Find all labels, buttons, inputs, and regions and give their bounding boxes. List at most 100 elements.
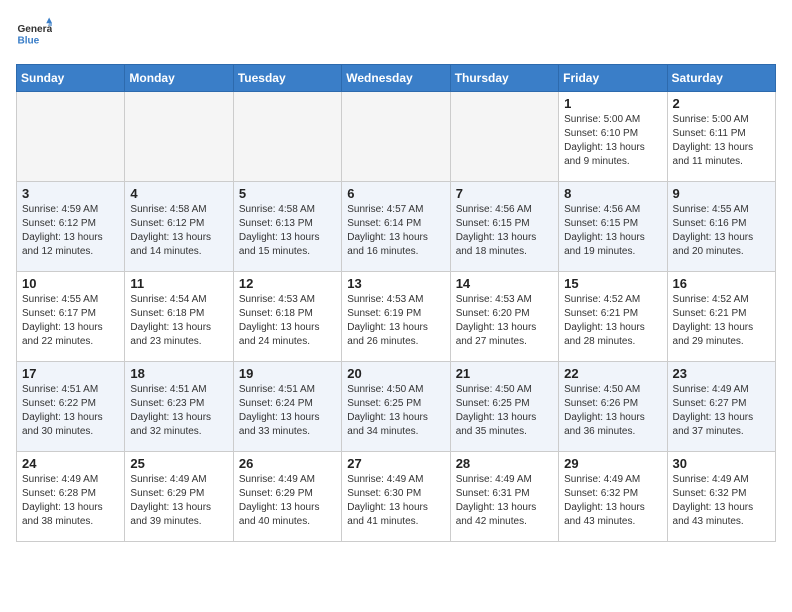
calendar-cell: 11 Sunrise: 4:54 AM Sunset: 6:18 PM Dayli… bbox=[125, 272, 233, 362]
day-number: 23 bbox=[673, 366, 770, 381]
day-info: Sunrise: 4:55 AM Sunset: 6:16 PM Dayligh… bbox=[673, 203, 770, 259]
day-number: 26 bbox=[239, 456, 336, 471]
calendar-cell bbox=[342, 92, 450, 182]
day-info: Sunrise: 4:49 AM Sunset: 6:31 PM Dayligh… bbox=[456, 473, 553, 529]
day-info: Sunrise: 4:49 AM Sunset: 6:30 PM Dayligh… bbox=[347, 473, 444, 529]
day-info: Sunrise: 4:50 AM Sunset: 6:25 PM Dayligh… bbox=[456, 383, 553, 439]
day-info: Sunrise: 4:58 AM Sunset: 6:13 PM Dayligh… bbox=[239, 203, 336, 259]
calendar-table: SundayMondayTuesdayWednesdayThursdayFrid… bbox=[16, 64, 776, 542]
calendar-week-row: 1 Sunrise: 5:00 AM Sunset: 6:10 PM Daylig… bbox=[17, 92, 776, 182]
calendar-cell: 10Sunrise: 4:55 AM Sunset: 6:17 PM Dayli… bbox=[17, 272, 125, 362]
calendar-week-row: 17Sunrise: 4:51 AM Sunset: 6:22 PM Dayli… bbox=[17, 362, 776, 452]
calendar-cell: 19 Sunrise: 4:51 AM Sunset: 6:24 PM Dayli… bbox=[233, 362, 341, 452]
header: General Blue bbox=[16, 16, 776, 52]
calendar-cell bbox=[233, 92, 341, 182]
day-info: Sunrise: 4:49 AM Sunset: 6:32 PM Dayligh… bbox=[673, 473, 770, 529]
logo: General Blue bbox=[16, 16, 56, 52]
day-info: Sunrise: 4:53 AM Sunset: 6:20 PM Dayligh… bbox=[456, 293, 553, 349]
day-number: 7 bbox=[456, 186, 553, 201]
day-number: 8 bbox=[564, 186, 661, 201]
day-number: 24 bbox=[22, 456, 119, 471]
calendar-cell: 21 Sunrise: 4:50 AM Sunset: 6:25 PM Dayli… bbox=[450, 362, 558, 452]
calendar-cell: 4 Sunrise: 4:58 AM Sunset: 6:12 PM Daylig… bbox=[125, 182, 233, 272]
day-info: Sunrise: 4:52 AM Sunset: 6:21 PM Dayligh… bbox=[564, 293, 661, 349]
calendar-cell: 18 Sunrise: 4:51 AM Sunset: 6:23 PM Dayli… bbox=[125, 362, 233, 452]
calendar-cell: 2Sunrise: 5:00 AM Sunset: 6:11 PM Daylig… bbox=[667, 92, 775, 182]
weekday-header-friday: Friday bbox=[559, 65, 667, 92]
day-number: 28 bbox=[456, 456, 553, 471]
day-info: Sunrise: 5:00 AM Sunset: 6:10 PM Dayligh… bbox=[564, 113, 661, 169]
day-number: 27 bbox=[347, 456, 444, 471]
day-number: 5 bbox=[239, 186, 336, 201]
day-number: 12 bbox=[239, 276, 336, 291]
day-number: 17 bbox=[22, 366, 119, 381]
calendar-cell: 25 Sunrise: 4:49 AM Sunset: 6:29 PM Dayli… bbox=[125, 452, 233, 542]
day-number: 16 bbox=[673, 276, 770, 291]
calendar-cell: 13 Sunrise: 4:53 AM Sunset: 6:19 PM Dayli… bbox=[342, 272, 450, 362]
day-info: Sunrise: 5:00 AM Sunset: 6:11 PM Dayligh… bbox=[673, 113, 770, 169]
day-number: 20 bbox=[347, 366, 444, 381]
day-info: Sunrise: 4:49 AM Sunset: 6:32 PM Dayligh… bbox=[564, 473, 661, 529]
calendar-cell: 22 Sunrise: 4:50 AM Sunset: 6:26 PM Dayli… bbox=[559, 362, 667, 452]
calendar-cell: 24 Sunrise: 4:49 AM Sunset: 6:28 PM Dayli… bbox=[17, 452, 125, 542]
day-number: 1 bbox=[564, 96, 661, 111]
day-info: Sunrise: 4:58 AM Sunset: 6:12 PM Dayligh… bbox=[130, 203, 227, 259]
day-info: Sunrise: 4:54 AM Sunset: 6:18 PM Dayligh… bbox=[130, 293, 227, 349]
weekday-header-thursday: Thursday bbox=[450, 65, 558, 92]
day-number: 6 bbox=[347, 186, 444, 201]
day-info: Sunrise: 4:56 AM Sunset: 6:15 PM Dayligh… bbox=[456, 203, 553, 259]
day-number: 30 bbox=[673, 456, 770, 471]
svg-text:General: General bbox=[17, 24, 52, 35]
day-number: 21 bbox=[456, 366, 553, 381]
day-number: 3 bbox=[22, 186, 119, 201]
calendar-cell: 1 Sunrise: 5:00 AM Sunset: 6:10 PM Daylig… bbox=[559, 92, 667, 182]
calendar-cell bbox=[450, 92, 558, 182]
day-info: Sunrise: 4:49 AM Sunset: 6:27 PM Dayligh… bbox=[673, 383, 770, 439]
day-info: Sunrise: 4:49 AM Sunset: 6:29 PM Dayligh… bbox=[130, 473, 227, 529]
calendar-cell: 7 Sunrise: 4:56 AM Sunset: 6:15 PM Daylig… bbox=[450, 182, 558, 272]
day-number: 10 bbox=[22, 276, 119, 291]
calendar-cell: 16 Sunrise: 4:52 AM Sunset: 6:21 PM Dayli… bbox=[667, 272, 775, 362]
weekday-header-saturday: Saturday bbox=[667, 65, 775, 92]
weekday-header-row: SundayMondayTuesdayWednesdayThursdayFrid… bbox=[17, 65, 776, 92]
day-info: Sunrise: 4:53 AM Sunset: 6:19 PM Dayligh… bbox=[347, 293, 444, 349]
day-number: 22 bbox=[564, 366, 661, 381]
day-info: Sunrise: 4:50 AM Sunset: 6:25 PM Dayligh… bbox=[347, 383, 444, 439]
day-info: Sunrise: 4:57 AM Sunset: 6:14 PM Dayligh… bbox=[347, 203, 444, 259]
calendar-cell: 9 Sunrise: 4:55 AM Sunset: 6:16 PM Daylig… bbox=[667, 182, 775, 272]
calendar-cell: 8 Sunrise: 4:56 AM Sunset: 6:15 PM Daylig… bbox=[559, 182, 667, 272]
calendar-cell: 26 Sunrise: 4:49 AM Sunset: 6:29 PM Dayli… bbox=[233, 452, 341, 542]
day-number: 13 bbox=[347, 276, 444, 291]
day-info: Sunrise: 4:51 AM Sunset: 6:24 PM Dayligh… bbox=[239, 383, 336, 439]
day-number: 29 bbox=[564, 456, 661, 471]
day-number: 14 bbox=[456, 276, 553, 291]
weekday-header-wednesday: Wednesday bbox=[342, 65, 450, 92]
calendar-cell: 5 Sunrise: 4:58 AM Sunset: 6:13 PM Daylig… bbox=[233, 182, 341, 272]
calendar-cell: 12 Sunrise: 4:53 AM Sunset: 6:18 PM Dayli… bbox=[233, 272, 341, 362]
calendar-cell: 3Sunrise: 4:59 AM Sunset: 6:12 PM Daylig… bbox=[17, 182, 125, 272]
calendar-cell: 17Sunrise: 4:51 AM Sunset: 6:22 PM Dayli… bbox=[17, 362, 125, 452]
day-info: Sunrise: 4:56 AM Sunset: 6:15 PM Dayligh… bbox=[564, 203, 661, 259]
weekday-header-tuesday: Tuesday bbox=[233, 65, 341, 92]
day-number: 15 bbox=[564, 276, 661, 291]
calendar-cell: 23 Sunrise: 4:49 AM Sunset: 6:27 PM Dayli… bbox=[667, 362, 775, 452]
day-number: 25 bbox=[130, 456, 227, 471]
calendar-cell: 20 Sunrise: 4:50 AM Sunset: 6:25 PM Dayli… bbox=[342, 362, 450, 452]
day-info: Sunrise: 4:50 AM Sunset: 6:26 PM Dayligh… bbox=[564, 383, 661, 439]
calendar-week-row: 10Sunrise: 4:55 AM Sunset: 6:17 PM Dayli… bbox=[17, 272, 776, 362]
day-number: 9 bbox=[673, 186, 770, 201]
day-info: Sunrise: 4:52 AM Sunset: 6:21 PM Dayligh… bbox=[673, 293, 770, 349]
day-info: Sunrise: 4:53 AM Sunset: 6:18 PM Dayligh… bbox=[239, 293, 336, 349]
day-number: 11 bbox=[130, 276, 227, 291]
day-info: Sunrise: 4:49 AM Sunset: 6:28 PM Dayligh… bbox=[22, 473, 119, 529]
day-info: Sunrise: 4:49 AM Sunset: 6:29 PM Dayligh… bbox=[239, 473, 336, 529]
day-number: 18 bbox=[130, 366, 227, 381]
day-number: 4 bbox=[130, 186, 227, 201]
day-info: Sunrise: 4:51 AM Sunset: 6:23 PM Dayligh… bbox=[130, 383, 227, 439]
weekday-header-sunday: Sunday bbox=[17, 65, 125, 92]
calendar-week-row: 24 Sunrise: 4:49 AM Sunset: 6:28 PM Dayli… bbox=[17, 452, 776, 542]
logo-icon: General Blue bbox=[16, 16, 52, 52]
day-number: 19 bbox=[239, 366, 336, 381]
weekday-header-monday: Monday bbox=[125, 65, 233, 92]
calendar-week-row: 3Sunrise: 4:59 AM Sunset: 6:12 PM Daylig… bbox=[17, 182, 776, 272]
